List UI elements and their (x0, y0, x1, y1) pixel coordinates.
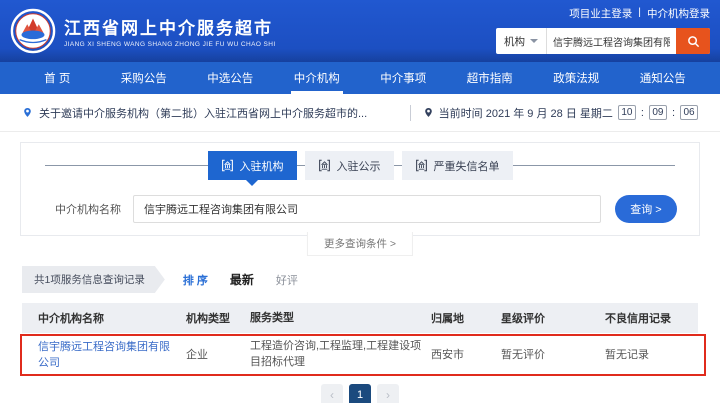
col-header-credit: 不良信用记录 (605, 313, 671, 325)
agency-region-cell: 西安市 (431, 349, 464, 361)
agencies-table: 中介机构名称 机构类型 服务类型 归属地 星级评价 不良信用记录 信宇腾远工程咨… (20, 303, 706, 376)
query-button[interactable]: 查询 > (615, 195, 677, 223)
results-bar: 共1项服务信息查询记录 排 序 最新 好评 (22, 266, 698, 293)
header-search-button[interactable] (676, 28, 710, 54)
time-colon: : (671, 106, 675, 119)
agency-service-cell: 工程造价咨询,工程监理,工程建设项目招标代理 (250, 339, 422, 369)
time-colon: : (640, 106, 644, 119)
nav-item-home[interactable]: 首 页 (14, 62, 101, 94)
col-header-service: 服务类型 (250, 311, 294, 324)
page-1-button[interactable]: 1 (349, 384, 371, 403)
time-seconds: 06 (680, 105, 698, 120)
agency-name-link[interactable]: 信宇腾远工程咨询集团有限公司 (22, 338, 182, 370)
time-prefix: 当前时间 2021 年 9 月 28 日 星期二 (438, 107, 613, 120)
agency-name-label: 中介机构名称 (55, 204, 121, 216)
agency-rating-cell: 暂无评价 (501, 349, 545, 361)
site-title: 江西省网上中介服务超市 (64, 19, 273, 38)
agency-credit-cell: 暂无记录 (605, 349, 649, 361)
time-pin-icon (424, 108, 432, 117)
nav-item-agencies[interactable]: 中介机构 (274, 62, 361, 94)
tab-label: 入驻机构 (239, 160, 284, 173)
table-header-row: 中介机构名称 机构类型 服务类型 归属地 星级评价 不良信用记录 (22, 303, 698, 333)
nav-item-selection[interactable]: 中选公告 (187, 62, 274, 94)
login-separator: | (638, 6, 641, 18)
search-panel: 入驻机构 入驻公示 严重失信名单 中介机构名称 查询 > 更多查询条件 > (20, 142, 700, 256)
nav-item-procurement[interactable]: 采购公告 (101, 62, 188, 94)
next-page-button[interactable]: › (377, 384, 399, 403)
notice-bar: 关于邀请中介服务机构（第二批）入驻江西省网上中介服务超市的... 当前时间 20… (0, 94, 720, 132)
chevron-down-icon (530, 39, 538, 43)
current-time: 当前时间 2021 年 9 月 28 日 星期二 10 : 09 : 06 (409, 104, 698, 121)
owner-login-link[interactable]: 项目业主登录 (569, 6, 632, 21)
institution-icon (415, 159, 427, 172)
col-header-region: 归属地 (431, 313, 464, 325)
time-minutes: 09 (648, 105, 667, 120)
nav-item-announcements[interactable]: 通知公告 (620, 62, 707, 94)
sort-option-newest[interactable]: 最新 (230, 271, 254, 288)
tab-label: 严重失信名单 (433, 160, 500, 173)
agency-search-form: 中介机构名称 查询 > (21, 181, 699, 223)
header-search: 机构 (496, 28, 710, 54)
nav-item-matters[interactable]: 中介事项 (360, 62, 447, 94)
time-hours: 10 (617, 105, 636, 120)
site-header: 江西省网上中介服务超市 JIANG XI SHENG WANG SHANG ZH… (0, 0, 720, 62)
sort-label: 排 序 (182, 274, 208, 287)
prev-page-button[interactable]: ‹ (321, 384, 343, 403)
site-subtitle: JIANG XI SHENG WANG SHANG ZHONG JIE FU W… (64, 41, 276, 48)
search-category-label: 机构 (504, 35, 525, 48)
header-search-input[interactable] (547, 28, 676, 54)
tab-registered-agencies[interactable]: 入驻机构 (207, 151, 297, 180)
agency-name-input[interactable] (133, 195, 601, 223)
emblem-icon (10, 8, 56, 54)
tab-label: 入驻公示 (336, 160, 381, 173)
table-row: 信宇腾远工程咨询集团有限公司 企业 工程造价咨询,工程监理,工程建设项目招标代理… (20, 333, 706, 376)
search-icon (687, 35, 699, 47)
tab-entry-publicity[interactable]: 入驻公示 (304, 151, 394, 180)
login-links: 项目业主登录 | 中介机构登录 (569, 6, 710, 21)
col-header-name: 中介机构名称 (38, 313, 104, 325)
more-filters-link[interactable]: 更多查询条件 > (306, 232, 414, 256)
nav-item-policy[interactable]: 政策法规 (533, 62, 620, 94)
nav-item-guide[interactable]: 超市指南 (447, 62, 534, 94)
pagination: ‹ 1 › (0, 384, 720, 403)
agency-login-link[interactable]: 中介机构登录 (647, 6, 710, 21)
agency-type-cell: 企业 (186, 349, 208, 361)
sort-option-rating[interactable]: 好评 (276, 272, 298, 288)
institution-icon (318, 159, 330, 172)
col-header-type: 机构类型 (186, 313, 230, 325)
location-pin-icon (24, 108, 31, 117)
search-category-dropdown[interactable]: 机构 (496, 28, 547, 54)
results-count: 共1项服务信息查询记录 (22, 266, 165, 293)
notice-link[interactable]: 关于邀请中介服务机构（第二批）入驻江西省网上中介服务超市的... (39, 105, 367, 121)
tabs-row: 入驻机构 入驻公示 严重失信名单 (21, 151, 699, 181)
col-header-rating: 星级评价 (501, 313, 545, 325)
institution-icon (221, 159, 233, 172)
main-nav: 首 页 采购公告 中选公告 中介机构 中介事项 超市指南 政策法规 通知公告 (0, 62, 720, 94)
tab-dishonesty-list[interactable]: 严重失信名单 (401, 151, 513, 180)
site-logo: 江西省网上中介服务超市 JIANG XI SHENG WANG SHANG ZH… (10, 8, 276, 54)
